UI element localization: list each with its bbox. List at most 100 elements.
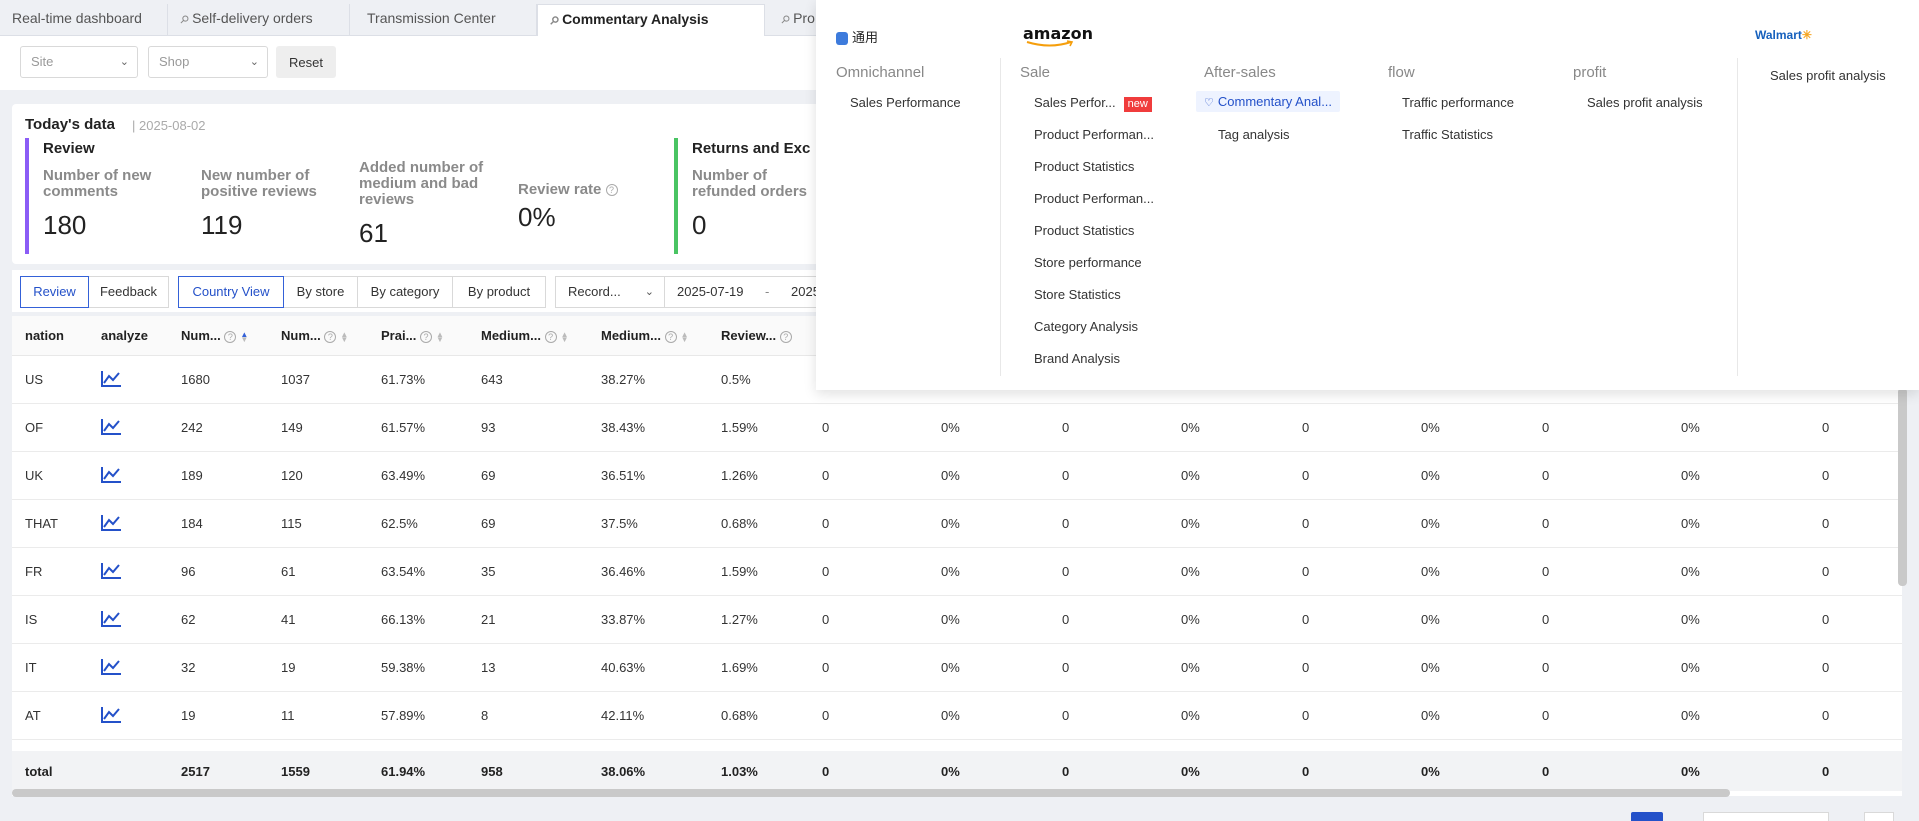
table-cell: 0: [1062, 468, 1070, 483]
help-icon[interactable]: ?: [605, 184, 618, 197]
help-icon[interactable]: ?: [664, 330, 677, 343]
menu-item-sales-profit-analysis[interactable]: Sales profit analysis: [1587, 95, 1703, 110]
table-cell: 0: [822, 468, 830, 483]
table-cell: 1.69%: [721, 660, 758, 675]
general-brand-label: 通用: [852, 30, 879, 45]
menu-item-product-performance[interactable]: Product Performan...: [1034, 127, 1154, 142]
col-num-comments[interactable]: Num... ? ▲ ▼: [181, 328, 248, 343]
total-cell: 0%: [1181, 764, 1200, 779]
trend-chart-icon[interactable]: [100, 418, 122, 436]
menu-item-store-performance[interactable]: Store performance: [1034, 255, 1142, 270]
by-product-button[interactable]: By product: [452, 276, 546, 308]
table-cell: 61.57%: [381, 420, 426, 435]
help-icon[interactable]: ?: [420, 330, 433, 343]
metric-medium-bad: Added number of medium and bad reviews: [359, 160, 504, 208]
today-title: Today's data: [25, 116, 115, 133]
col-num-positive[interactable]: Num... ? ▲ ▼: [281, 328, 348, 343]
trend-chart-icon[interactable]: [100, 370, 122, 388]
col-review-rate[interactable]: Review... ?: [721, 328, 792, 343]
table-cell: 0: [1542, 564, 1550, 579]
by-store-button[interactable]: By store: [283, 276, 358, 308]
menu-col-sale: Sale: [1020, 64, 1051, 81]
table-cell: 0: [1302, 708, 1310, 723]
menu-item-product-performance-2[interactable]: Product Performan...: [1034, 191, 1154, 206]
menu-item-sales-performance-amazon[interactable]: Sales Perfor... new: [1034, 95, 1152, 112]
reset-button[interactable]: Reset: [276, 46, 336, 78]
pagination-current-page[interactable]: [1631, 812, 1663, 821]
trend-chart-icon[interactable]: [100, 514, 122, 532]
table-cell: 0.5%: [721, 372, 751, 387]
menu-divider: [1000, 58, 1001, 376]
sort-icon[interactable]: ▲ ▼: [240, 330, 248, 343]
trend-chart-icon[interactable]: [100, 658, 122, 676]
table-cell: 115: [281, 516, 302, 531]
col-medium-bad-rate[interactable]: Medium... ? ▲ ▼: [601, 328, 689, 343]
table-cell: 42.11%: [601, 708, 645, 723]
country-view-button[interactable]: Country View: [178, 276, 284, 308]
sort-icon[interactable]: ▲ ▼: [681, 330, 689, 343]
table-cell: 0: [1302, 468, 1310, 483]
total-cell: 1.03%: [721, 764, 758, 779]
tab-transmission-center[interactable]: Transmission Center: [355, 4, 537, 36]
vertical-scrollbar[interactable]: [1898, 388, 1907, 586]
col-praise-rate[interactable]: Prai... ? ▲ ▼: [381, 328, 444, 343]
site-placeholder: Site: [31, 54, 54, 69]
menu-item-tag-analysis[interactable]: Tag analysis: [1218, 127, 1290, 142]
new-badge: new: [1123, 97, 1152, 112]
metric-label: New number of positive reviews: [201, 167, 317, 200]
col-title: Medium...: [601, 328, 661, 343]
metric-new-comments: Number of new comments: [43, 168, 183, 200]
sort-icon[interactable]: ▲ ▼: [561, 330, 569, 343]
menu-item-brand-analysis[interactable]: Brand Analysis: [1034, 351, 1120, 366]
menu-item-sales-performance[interactable]: Sales Performance: [850, 95, 961, 110]
table-cell: 0: [822, 564, 830, 579]
menu-item-traffic-performance[interactable]: Traffic performance: [1402, 95, 1514, 110]
help-icon[interactable]: ?: [779, 330, 792, 343]
sort-icon[interactable]: ▲ ▼: [436, 330, 444, 343]
menu-item-category-analysis[interactable]: Category Analysis: [1034, 319, 1138, 334]
table-cell: 643: [481, 372, 503, 387]
trend-chart-icon[interactable]: [100, 466, 122, 484]
site-select[interactable]: Site ⌄: [20, 46, 138, 78]
date-start[interactable]: 2025-07-19: [677, 277, 744, 307]
table-cell: 0%: [1421, 660, 1440, 675]
menu-item-store-statistics[interactable]: Store Statistics: [1034, 287, 1121, 302]
col-medium-bad-count[interactable]: Medium... ? ▲ ▼: [481, 328, 569, 343]
help-icon[interactable]: ?: [324, 330, 337, 343]
pagination-jump[interactable]: [1864, 812, 1894, 821]
tab-self-delivery-orders[interactable]: ⚲Self-delivery orders: [168, 4, 350, 36]
shop-placeholder: Shop: [159, 54, 190, 69]
tab-commentary-analysis[interactable]: ⚲Commentary Analysis: [537, 4, 765, 36]
review-mode-button[interactable]: Review: [20, 276, 89, 308]
help-icon[interactable]: ?: [544, 330, 557, 343]
general-brand: 通用: [836, 27, 878, 46]
menu-item-product-statistics[interactable]: Product Statistics: [1034, 159, 1134, 174]
table-cell: 0: [822, 708, 830, 723]
table-cell: 93: [481, 420, 496, 435]
table-cell: 0: [1822, 708, 1830, 723]
table-cell: 0: [822, 516, 830, 531]
by-category-button[interactable]: By category: [357, 276, 453, 308]
walmart-spark-icon: ✳: [1801, 28, 1812, 42]
table-cell: 0: [1062, 420, 1070, 435]
menu-item-product-statistics-2[interactable]: Product Statistics: [1034, 223, 1134, 238]
trend-chart-icon[interactable]: [100, 610, 122, 628]
table-cell: 96: [181, 564, 196, 579]
menu-item-walmart-sales-profit-analysis[interactable]: Sales profit analysis: [1770, 68, 1886, 83]
table-cell: 35: [481, 564, 496, 579]
menu-item-traffic-statistics[interactable]: Traffic Statistics: [1402, 127, 1493, 142]
table-cell: 0: [1822, 564, 1830, 579]
menu-item-commentary-analysis[interactable]: ♡ Commentary Anal...: [1196, 91, 1341, 112]
feedback-mode-button[interactable]: Feedback: [88, 276, 169, 308]
tab-real-time-dashboard[interactable]: Real-time dashboard: [0, 4, 168, 36]
horizontal-scrollbar[interactable]: [12, 789, 1730, 797]
trend-chart-icon[interactable]: [100, 706, 122, 724]
trend-chart-icon[interactable]: [100, 562, 122, 580]
pagination-size-select[interactable]: [1703, 812, 1829, 821]
table-cell: 0: [1822, 420, 1830, 435]
shop-select[interactable]: Shop ⌄: [148, 46, 268, 78]
metric-value: 0%: [518, 202, 556, 232]
date-range-type-select[interactable]: Record... ⌄: [555, 276, 665, 308]
help-icon[interactable]: ?: [224, 330, 237, 343]
sort-icon[interactable]: ▲ ▼: [340, 330, 348, 343]
